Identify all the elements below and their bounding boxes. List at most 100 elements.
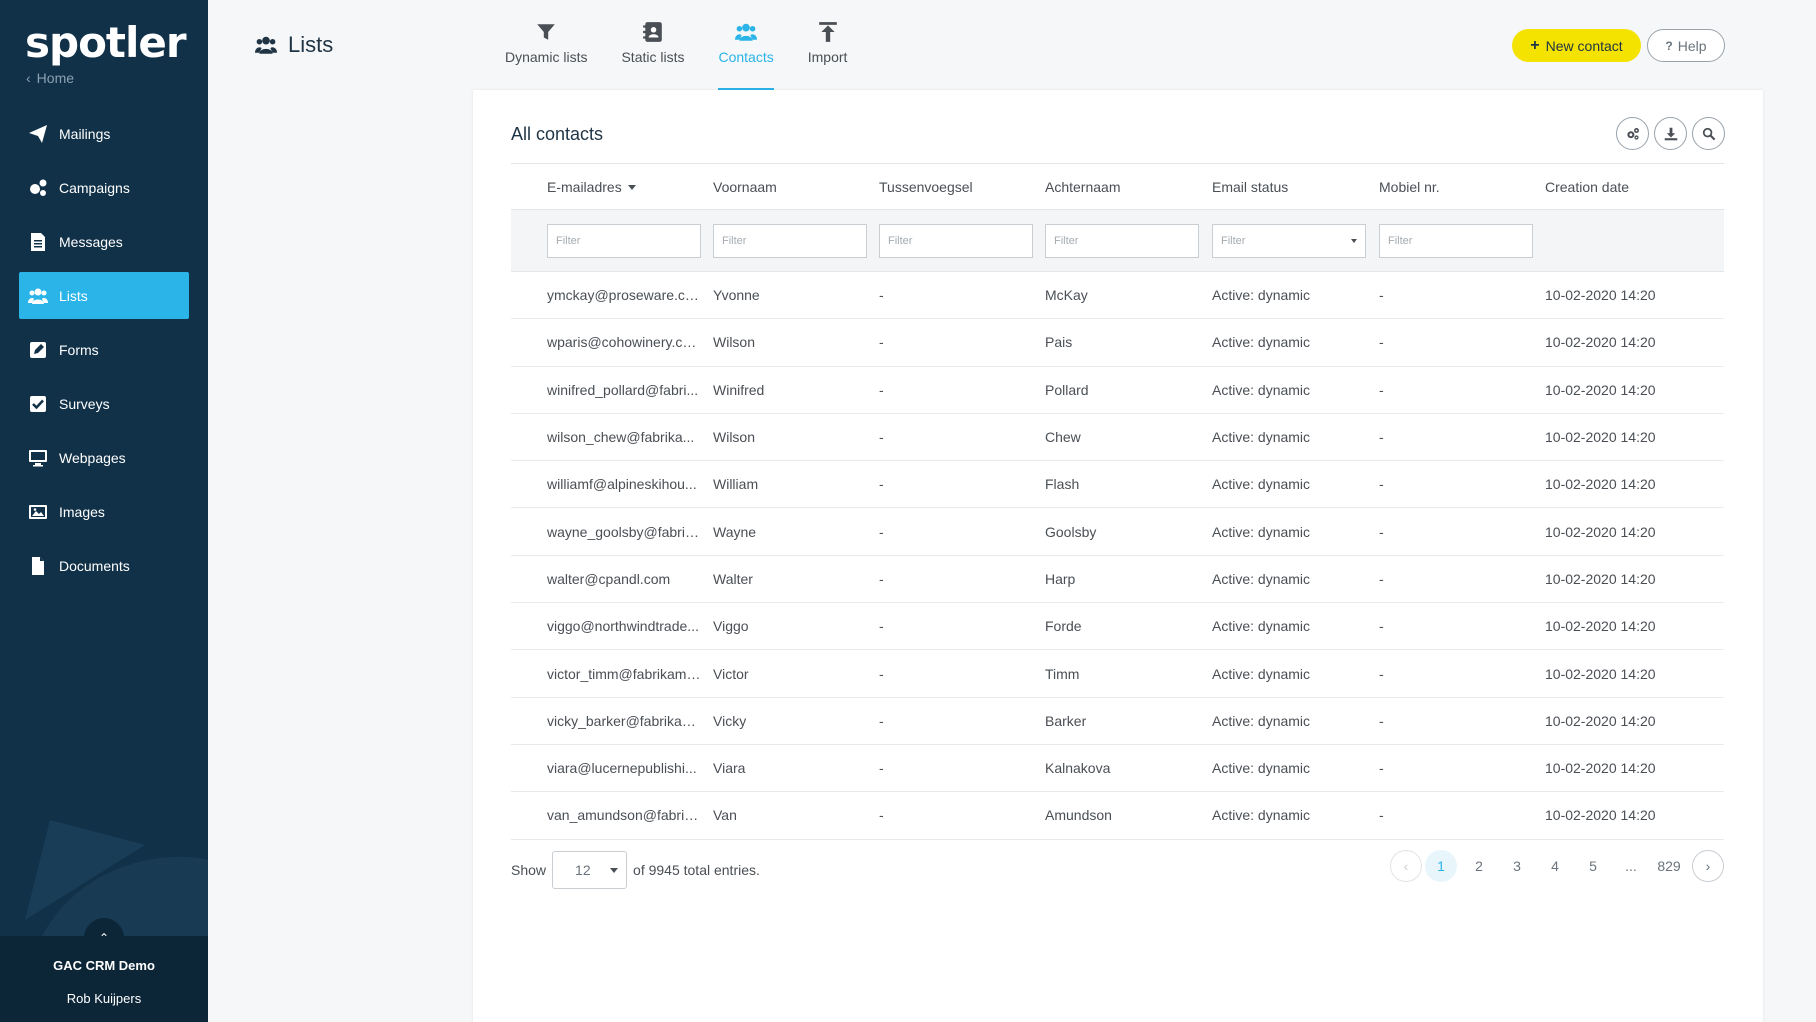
table-row[interactable]: walter@cpandl.com Walter - Harp Active: dyna… xyxy=(511,556,1724,604)
sidebar: spotler ‹ Home Mailings Campaigns Messag… xyxy=(0,0,208,1022)
cell-email-status: Active: dynamic xyxy=(1212,287,1311,304)
chevron-down-icon xyxy=(610,867,619,873)
page-size-select[interactable]: 12 xyxy=(552,851,628,889)
search-button[interactable] xyxy=(1692,117,1725,150)
column-infix[interactable]: Tussenvoegsel xyxy=(879,179,1045,195)
settings-button[interactable] xyxy=(1616,117,1649,150)
email-status-filter-select[interactable]: Filter xyxy=(1212,223,1366,258)
cell-mobile: - xyxy=(1379,712,1384,729)
users-icon xyxy=(255,36,277,54)
cell-lastname: Pollard xyxy=(1045,381,1089,398)
new-contact-button[interactable]: + New contact xyxy=(1512,29,1641,62)
tab-contacts[interactable]: Contacts xyxy=(718,18,774,90)
upload-icon xyxy=(818,22,837,42)
account-name[interactable]: GAC CRM Demo xyxy=(0,958,208,973)
sidebar-item-webpages[interactable]: Webpages xyxy=(19,434,189,481)
tab-label: Import xyxy=(807,49,848,65)
help-button[interactable]: ? Help xyxy=(1647,29,1725,62)
sidebar-item-documents[interactable]: Documents xyxy=(19,542,189,589)
table-row[interactable]: wilson_chew@fabrika... Wilson - Chew Active:… xyxy=(511,414,1724,462)
filter-icon xyxy=(537,24,556,40)
cell-email-status: Active: dynamic xyxy=(1212,807,1311,824)
download-button[interactable] xyxy=(1654,117,1687,150)
cell-lastname: Kalnakova xyxy=(1045,760,1111,777)
sidebar-item-messages[interactable]: Messages xyxy=(19,218,189,265)
table-row[interactable]: victor_timm@fabrikam.... Victor - Timm Activ… xyxy=(511,650,1724,698)
table-row[interactable]: williamf@alpineskihou... William - Flash Act… xyxy=(511,461,1724,509)
cell-infix: - xyxy=(879,760,884,777)
sidebar-item-lists[interactable]: Lists xyxy=(19,272,189,319)
table-row[interactable]: viara@lucernepublishi... Viara - Kalnakova A… xyxy=(511,745,1724,793)
cell-email: van_amundson@fabrik... xyxy=(547,807,703,824)
sidebar-item-forms[interactable]: Forms xyxy=(19,326,189,373)
tab-dynamic-lists[interactable]: Dynamic lists xyxy=(505,18,587,90)
column-creation-date[interactable]: Creation date xyxy=(1545,179,1724,195)
table-row[interactable]: ymckay@proseware.com Yvonne - McKay Active: … xyxy=(511,272,1724,320)
table-row[interactable]: viggo@northwindtrade... Viggo - Forde Active… xyxy=(511,603,1724,651)
users-icon xyxy=(735,23,758,41)
cell-firstname: Viggo xyxy=(713,618,749,635)
email-filter-input[interactable]: Filter xyxy=(547,223,701,258)
cell-lastname: McKay xyxy=(1045,287,1088,304)
sidebar-item-images[interactable]: Images xyxy=(19,488,189,535)
table-row[interactable]: wparis@cohowinery.co... Wilson - Pais Active… xyxy=(511,319,1724,367)
cell-creation-date: 10-02-2020 14:20 xyxy=(1545,287,1656,304)
sidebar-item-label: Forms xyxy=(59,341,99,358)
cell-creation-date: 10-02-2020 14:20 xyxy=(1545,665,1656,682)
sidebar-item-surveys[interactable]: Surveys xyxy=(19,380,189,427)
mobile-filter-input[interactable]: Filter xyxy=(1379,223,1533,258)
firstname-filter-input[interactable]: Filter xyxy=(713,223,867,258)
sidebar-item-mailings[interactable]: Mailings xyxy=(19,110,189,157)
page-button[interactable]: 3 xyxy=(1498,850,1536,882)
cell-infix: - xyxy=(879,665,884,682)
caret-down-icon xyxy=(1351,238,1357,243)
collapse-footer-button[interactable]: ⌃ xyxy=(84,918,124,958)
lastname-filter-input[interactable]: Filter xyxy=(1045,223,1199,258)
cell-firstname: Vicky xyxy=(713,712,747,729)
cell-mobile: - xyxy=(1379,760,1384,777)
page-button[interactable]: 2 xyxy=(1460,850,1498,882)
table-row[interactable]: vicky_barker@fabrikam... Vicky - Barker Acti… xyxy=(511,698,1724,745)
home-link[interactable]: ‹ Home xyxy=(26,70,74,86)
page-button[interactable]: 829 xyxy=(1650,850,1688,882)
table-header: E-mailadres Voornaam Tussenvoegsel Achte… xyxy=(511,163,1724,210)
sidebar-item-campaigns[interactable]: Campaigns xyxy=(19,164,189,211)
column-email[interactable]: E-mailadres xyxy=(547,179,713,195)
cell-email: vicky_barker@fabrikam... xyxy=(547,712,706,729)
cell-email: ymckay@proseware.com xyxy=(547,287,705,304)
cell-lastname: Amundson xyxy=(1045,807,1112,824)
cell-mobile: - xyxy=(1379,523,1384,540)
table-row[interactable]: van_amundson@fabrik... Van - Amundson Active… xyxy=(511,792,1724,840)
table-row[interactable]: wayne_goolsby@fabrik... Wayne - Goolsby Acti… xyxy=(511,508,1724,556)
page-button[interactable]: 1 xyxy=(1425,850,1457,882)
tab-label: Static lists xyxy=(621,49,685,65)
cell-mobile: - xyxy=(1379,381,1384,398)
cell-infix: - xyxy=(879,523,884,540)
cell-firstname: Wilson xyxy=(713,334,756,351)
cell-creation-date: 10-02-2020 14:20 xyxy=(1545,760,1656,777)
infix-filter-input[interactable]: Filter xyxy=(879,223,1033,258)
column-mobile[interactable]: Mobiel nr. xyxy=(1379,179,1545,195)
cogs-icon xyxy=(27,177,49,199)
cell-mobile: - xyxy=(1379,807,1384,824)
cell-email: winifred_pollard@fabri... xyxy=(547,381,699,398)
cell-email-status: Active: dynamic xyxy=(1212,618,1311,635)
user-name[interactable]: Rob Kuijpers xyxy=(0,991,208,1006)
previous-page-button[interactable]: ‹ xyxy=(1390,850,1422,882)
cell-creation-date: 10-02-2020 14:20 xyxy=(1545,807,1656,824)
column-firstname[interactable]: Voornaam xyxy=(713,179,879,195)
page-button[interactable]: 5 xyxy=(1574,850,1612,882)
next-page-button[interactable]: › xyxy=(1692,850,1724,882)
cell-creation-date: 10-02-2020 14:20 xyxy=(1545,618,1656,635)
column-lastname[interactable]: Achternaam xyxy=(1045,179,1212,195)
cell-infix: - xyxy=(879,381,884,398)
tab-static-lists[interactable]: Static lists xyxy=(621,18,684,90)
spotler-logo[interactable]: spotler xyxy=(25,18,187,67)
cell-infix: - xyxy=(879,287,884,304)
tab-import[interactable]: Import xyxy=(807,18,848,90)
table-footer: Show 12 of 9945 total entries. ‹ 1 2 3 4… xyxy=(511,850,1724,890)
total-entries-text: of 9945 total entries. xyxy=(633,862,760,878)
page-button[interactable]: 4 xyxy=(1536,850,1574,882)
table-row[interactable]: winifred_pollard@fabri... Winifred - Pollar… xyxy=(511,367,1724,414)
column-email-status[interactable]: Email status xyxy=(1212,179,1379,195)
